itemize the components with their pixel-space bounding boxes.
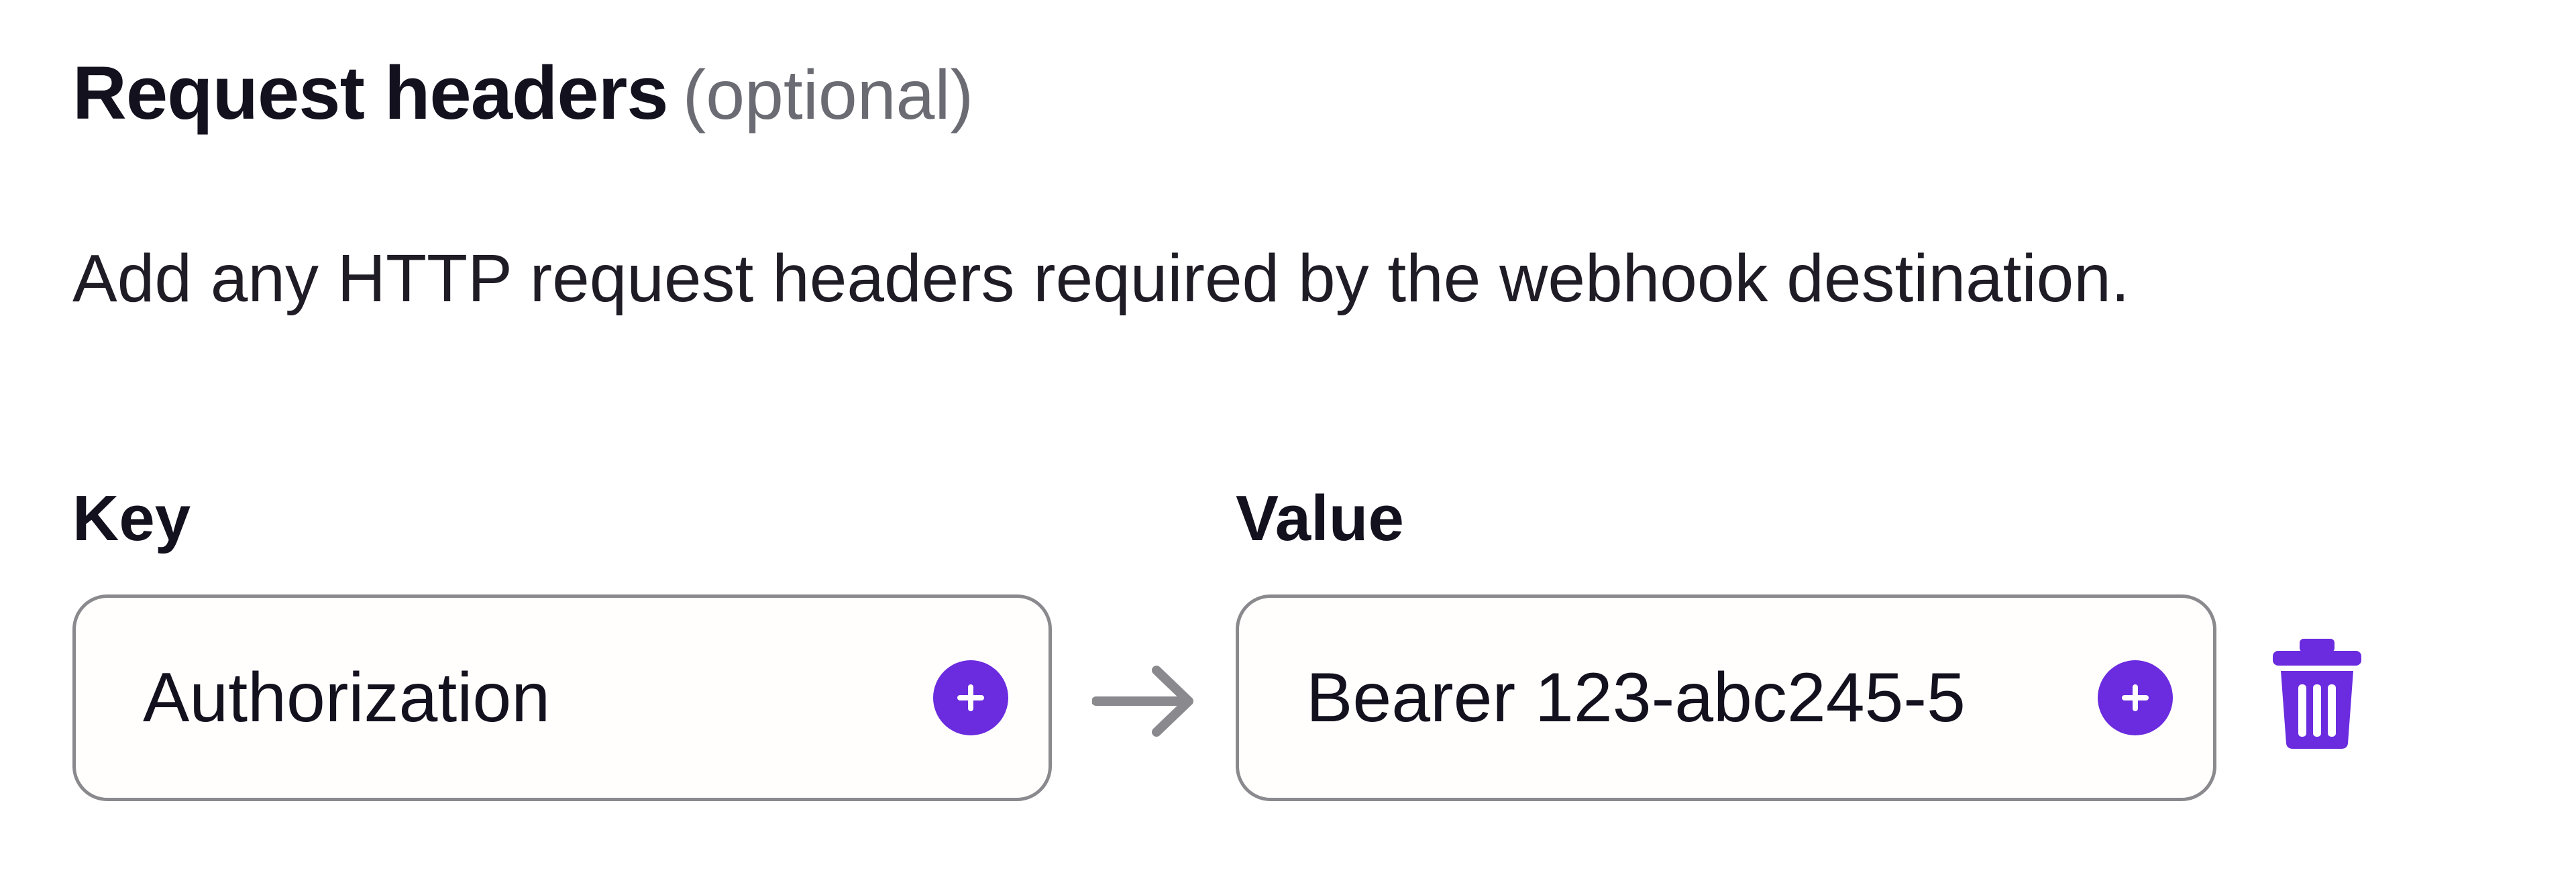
optional-label: (optional) (682, 56, 974, 134)
key-add-variable-button[interactable] (933, 660, 1008, 735)
plus-icon (957, 684, 984, 711)
section-description: Add any HTTP request headers required by… (72, 241, 2130, 316)
arrow-right-icon (1092, 666, 1193, 737)
plus-icon (2122, 684, 2149, 711)
header-value-input[interactable] (1306, 651, 2071, 745)
header-key-input[interactable] (143, 651, 906, 745)
trash-icon[interactable] (2270, 636, 2364, 750)
key-label: Key (72, 482, 191, 554)
value-label: Value (1236, 482, 1404, 554)
value-add-variable-button[interactable] (2098, 660, 2173, 735)
header-value-field[interactable] (1236, 594, 2216, 801)
section-title: Request headers (optional) (72, 48, 973, 138)
section-title-text: Request headers (72, 51, 669, 135)
header-key-field[interactable] (72, 594, 1052, 801)
